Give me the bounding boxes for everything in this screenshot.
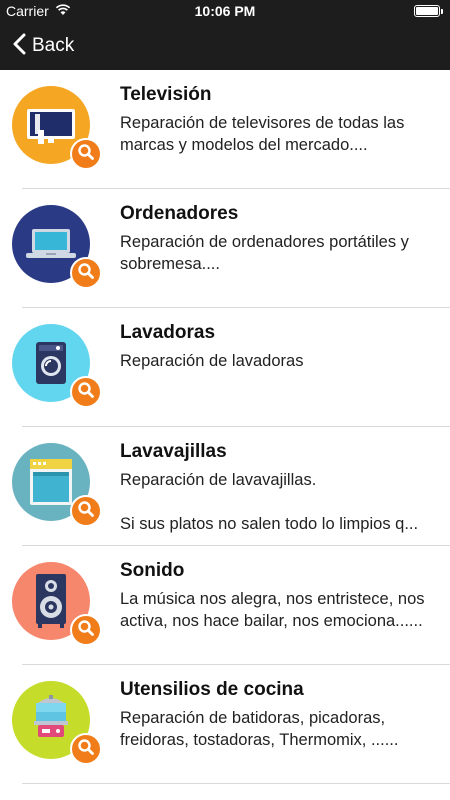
service-list: Televisión Reparación de televisores de … [0,70,450,784]
item-description: Reparación de ordenadores portátiles y s… [120,233,409,273]
search-badge [70,733,102,765]
search-badge [70,376,102,408]
item-description: Reparación de televisores de todas las m… [120,114,405,154]
item-title: Lavadoras [120,322,216,343]
item-thumbnail [12,681,102,771]
list-item[interactable]: Sonido La música nos alegra, nos entrist… [0,546,450,665]
back-button[interactable]: Back [12,33,74,60]
item-thumbnail [12,324,102,414]
item-title: Lavavajillas [120,441,227,462]
list-item[interactable]: Lavavajillas Reparación de lavavajillas.… [0,427,450,546]
item-title: Sonido [120,560,185,581]
item-description: Reparación de lavavajillas. Si sus plato… [120,471,419,533]
search-icon [77,262,95,285]
item-description: La música nos alegra, nos entristece, no… [120,590,425,630]
item-thumbnail [12,86,102,176]
item-title: Televisión [120,84,212,105]
item-thumbnail [12,205,102,295]
item-description: Reparación de lavadoras [120,352,304,370]
search-badge [70,138,102,170]
list-item[interactable]: Utensilios de cocina Reparación de batid… [0,665,450,784]
search-icon [77,381,95,404]
battery-icon [414,5,443,17]
search-badge [70,257,102,289]
item-description: Reparación de batidoras, picadoras, frei… [120,709,399,749]
search-badge [70,614,102,646]
item-title: Ordenadores [120,203,239,224]
status-time: 10:06 PM [194,3,256,19]
back-label: Back [32,35,75,56]
item-thumbnail [12,562,102,652]
status-bar: Carrier 10:06 PM [0,0,450,22]
list-item[interactable]: Lavadoras Reparación de lavadoras [0,308,450,427]
item-title: Utensilios de cocina [120,679,304,700]
list-item[interactable]: Televisión Reparación de televisores de … [0,70,450,189]
search-icon [77,619,95,642]
search-badge [70,495,102,527]
search-icon [77,738,95,761]
nav-bar: Back [0,22,450,70]
search-icon [77,500,95,523]
search-icon [77,143,95,166]
chevron-left-icon [12,33,26,60]
item-thumbnail [12,443,102,533]
list-item[interactable]: Ordenadores Reparación de ordenadores po… [0,189,450,308]
